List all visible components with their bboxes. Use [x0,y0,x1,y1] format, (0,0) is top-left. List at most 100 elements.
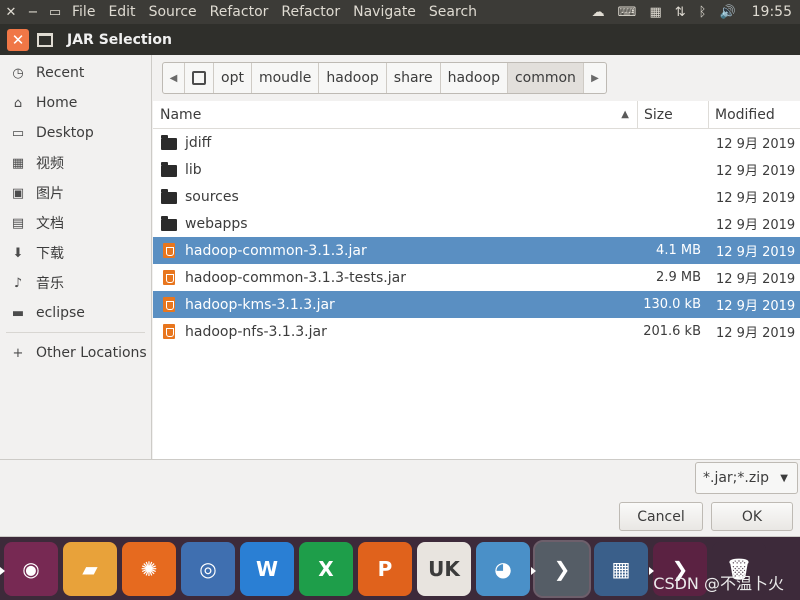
ubuntu-icon[interactable]: ◉ [0,541,58,596]
file-type-filter[interactable]: *.jar;*.zip ▼ [695,462,798,494]
calc-icon[interactable]: X [299,541,353,596]
path-segment-opt[interactable]: opt [214,63,252,93]
dialog-buttons: Cancel OK [0,495,800,537]
menu-edit[interactable]: Edit [108,4,135,20]
file-name: hadoop-common-3.1.3-tests.jar [185,269,406,286]
file-row[interactable]: sources 12 9月 2019 [153,183,800,210]
close-icon[interactable]: ✕ [7,28,29,51]
file-name: lib [185,161,202,178]
file-modified: 12 9月 2019 [716,191,796,206]
sidebar-item-下载[interactable]: ⬇ 下载 [0,238,151,268]
plus-icon: + [12,345,24,361]
file-rows: jdiff 12 9月 2019 lib 12 9月 2019 sources 12 9月… [153,129,800,345]
path-segment-moudle[interactable]: moudle [252,63,320,93]
sidebar-item-Home[interactable]: ⌂ Home [0,88,151,118]
path-forward-icon[interactable]: ▶ [584,63,606,93]
ok-button[interactable]: OK [711,502,793,531]
menu-refactor-2[interactable]: Refactor [281,4,340,20]
menu-source[interactable]: Source [149,4,197,20]
file-name-cell: hadoop-common-3.1.3.jar [153,243,638,259]
download-icon: ⬇ [12,245,24,261]
keyboard-icon[interactable]: ⌨ [618,5,637,20]
sidebar-item-Recent[interactable]: ◷ Recent [0,58,151,88]
writer-icon[interactable]: W [240,541,294,596]
files-icon[interactable]: ▰ [63,541,117,596]
vscode-icon[interactable]: ❯ [531,539,591,598]
remote-desktop-icon[interactable]: ◕ [476,541,530,596]
file-modified: 12 9月 2019 [716,137,796,152]
sidebar-item-other-locations[interactable]: + Other Locations [0,338,151,368]
clock[interactable]: 19:55 [752,4,792,20]
sidebar-item-label: 视频 [36,156,64,172]
sidebar-item-eclipse[interactable]: ▬ eclipse [0,298,151,328]
column-header-name[interactable]: Name ▲ [153,101,638,128]
file-row[interactable]: lib 12 9月 2019 [153,156,800,183]
browser-icon[interactable]: ◎ [181,541,235,596]
system-indicators: ☁ ⌨ ▦ ⇅ ᛒ 🔊 19:55 [579,0,792,24]
window-minimize-icon[interactable]: − [22,5,44,20]
sidebar-item-label: 音乐 [36,276,64,292]
chevron-down-icon: ▼ [780,472,788,484]
file-row[interactable]: jdiff 12 9月 2019 [153,129,800,156]
impress-icon[interactable]: P [358,541,412,596]
desktop-icon: ▭ [11,125,25,141]
column-size-label: Size [644,106,673,123]
file-row[interactable]: hadoop-kms-3.1.3.jar 130.0 kB 12 9月 2019 [153,291,800,318]
sidebar-item-label: 下载 [36,246,64,262]
file-name-cell: lib [153,161,638,178]
path-back-icon[interactable]: ◀ [163,63,185,93]
file-name-cell: sources [153,188,638,205]
bluetooth-icon[interactable]: ᛒ [699,5,707,20]
cancel-button[interactable]: Cancel [619,502,703,531]
menu-search[interactable]: Search [429,4,477,20]
calendar-icon[interactable]: ▦ [649,5,661,20]
file-name-cell: hadoop-nfs-3.1.3.jar [153,324,638,340]
file-row[interactable]: webapps 12 9月 2019 [153,210,800,237]
sidebar-item-音乐[interactable]: ♪ 音乐 [0,268,151,298]
file-row[interactable]: hadoop-common-3.1.3.jar 4.1 MB 12 9月 2019 [153,237,800,264]
sidebar-item-label: 图片 [36,186,64,202]
maximize-icon[interactable] [37,32,53,47]
file-name: webapps [185,215,248,232]
sidebar-item-文档[interactable]: ▤ 文档 [0,208,151,238]
file-name-cell: hadoop-kms-3.1.3.jar [153,297,638,313]
file-size: 201.6 kB [643,324,701,339]
weather-icon[interactable]: ☁ [592,5,605,20]
file-modified: 12 9月 2019 [716,272,796,287]
column-header-size[interactable]: Size [638,101,709,128]
path-segment-hadoop[interactable]: hadoop [441,63,508,93]
file-row[interactable]: hadoop-nfs-3.1.3.jar 201.6 kB 12 9月 2019 [153,318,800,345]
menu-refactor[interactable]: Refactor [210,4,269,20]
file-name: hadoop-kms-3.1.3.jar [185,296,335,313]
network-icon[interactable]: ⇅ [675,5,686,20]
dialog-title-bar: ✕ JAR Selection [0,24,800,55]
file-name: hadoop-nfs-3.1.3.jar [185,323,327,340]
sidebar-item-视频[interactable]: ▦ 视频 [0,148,151,178]
sidebar-item-图片[interactable]: ▣ 图片 [0,178,151,208]
path-segment-common[interactable]: common [507,63,584,93]
sidebar-item-label: eclipse [36,305,85,321]
file-name-cell: webapps [153,215,638,232]
sidebar-item-label: Desktop [36,125,94,141]
menu-navigate[interactable]: Navigate [353,4,416,20]
volume-icon[interactable]: 🔊 [719,5,735,20]
firefox-icon[interactable]: ✺ [122,541,176,596]
file-row[interactable]: hadoop-common-3.1.3-tests.jar 2.9 MB 12 9月… [153,264,800,291]
folder-icon [161,188,177,204]
jar-file-icon [163,324,175,339]
path-root-button[interactable] [185,63,214,93]
sidebar-item-Desktop[interactable]: ▭ Desktop [0,118,151,148]
running-indicator [0,566,5,575]
sidebar-item-label: Recent [36,65,85,81]
menu-file[interactable]: File [72,4,95,20]
window-close-icon[interactable]: ✕ [0,5,22,20]
software-center-icon[interactable]: UK [417,541,471,596]
file-size: 4.1 MB [656,243,701,258]
sort-ascending-icon: ▲ [621,109,629,120]
path-segment-hadoop[interactable]: hadoop [319,63,387,93]
path-segment-share[interactable]: share [387,63,441,93]
window-restore-icon[interactable]: ▭ [44,5,66,20]
workspace-switcher-icon[interactable]: ▦ [594,541,648,596]
column-header-modified[interactable]: Modified [709,101,800,128]
file-modified: 12 9月 2019 [716,218,796,233]
